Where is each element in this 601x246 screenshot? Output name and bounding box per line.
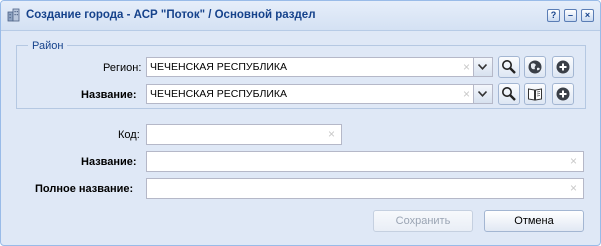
district-legend: Район — [28, 40, 68, 52]
cancel-button[interactable]: Отмена — [484, 210, 584, 232]
region-add-button[interactable] — [552, 56, 574, 78]
clear-icon[interactable]: × — [570, 154, 577, 169]
help-button[interactable]: ? — [547, 9, 560, 22]
region-combo[interactable]: ЧЕЧЕНСКАЯ РЕСПУБЛИКА × — [146, 57, 493, 77]
name-field[interactable]: × — [146, 151, 584, 172]
district-name-combo[interactable]: ЧЕЧЕНСКАЯ РЕСПУБЛИКА × — [146, 84, 493, 104]
district-book-button[interactable] — [524, 83, 546, 105]
search-icon — [502, 87, 516, 101]
save-button[interactable]: Сохранить — [373, 210, 473, 232]
code-label: Код: — [118, 129, 140, 141]
code-field[interactable]: × — [146, 124, 342, 145]
fullname-field[interactable]: × — [146, 178, 584, 199]
globe-icon — [528, 60, 542, 74]
add-icon — [556, 87, 570, 101]
minimize-button[interactable]: – — [564, 9, 577, 22]
help-icon: ? — [550, 10, 557, 20]
district-add-button[interactable] — [552, 83, 574, 105]
chevron-down-icon — [478, 64, 487, 70]
region-search-button[interactable] — [498, 56, 520, 78]
fullname-label: Полное название: — [35, 183, 134, 195]
district-name-label: Название: — [81, 89, 137, 101]
save-label: Сохранить — [395, 215, 451, 227]
name-label: Название: — [81, 156, 137, 168]
search-icon — [502, 60, 516, 74]
chevron-down-icon — [478, 91, 487, 97]
cancel-label: Отмена — [514, 215, 554, 227]
district-search-button[interactable] — [498, 83, 520, 105]
region-label: Регион: — [103, 62, 142, 74]
clear-icon[interactable]: × — [463, 87, 470, 101]
clear-icon[interactable]: × — [463, 60, 470, 74]
region-dropdown-trigger[interactable] — [473, 58, 492, 76]
window-title: Создание города - АСР "Поток" / Основной… — [26, 9, 316, 21]
close-button[interactable]: × — [581, 9, 594, 22]
dialog-window: Создание города - АСР "Поток" / Основной… — [0, 0, 601, 246]
book-icon — [528, 88, 542, 101]
region-value: ЧЕЧЕНСКАЯ РЕСПУБЛИКА — [150, 61, 288, 73]
clear-icon[interactable]: × — [570, 181, 577, 196]
close-icon: × — [584, 10, 591, 20]
clear-icon[interactable]: × — [328, 127, 335, 142]
city-icon — [7, 8, 21, 22]
title-bar[interactable]: Создание города - АСР "Поток" / Основной… — [1, 1, 600, 31]
minimize-icon: – — [567, 10, 573, 20]
district-name-value: ЧЕЧЕНСКАЯ РЕСПУБЛИКА — [150, 88, 288, 100]
region-globe-button[interactable] — [524, 56, 546, 78]
add-icon — [556, 60, 570, 74]
district-name-dropdown-trigger[interactable] — [473, 85, 492, 103]
